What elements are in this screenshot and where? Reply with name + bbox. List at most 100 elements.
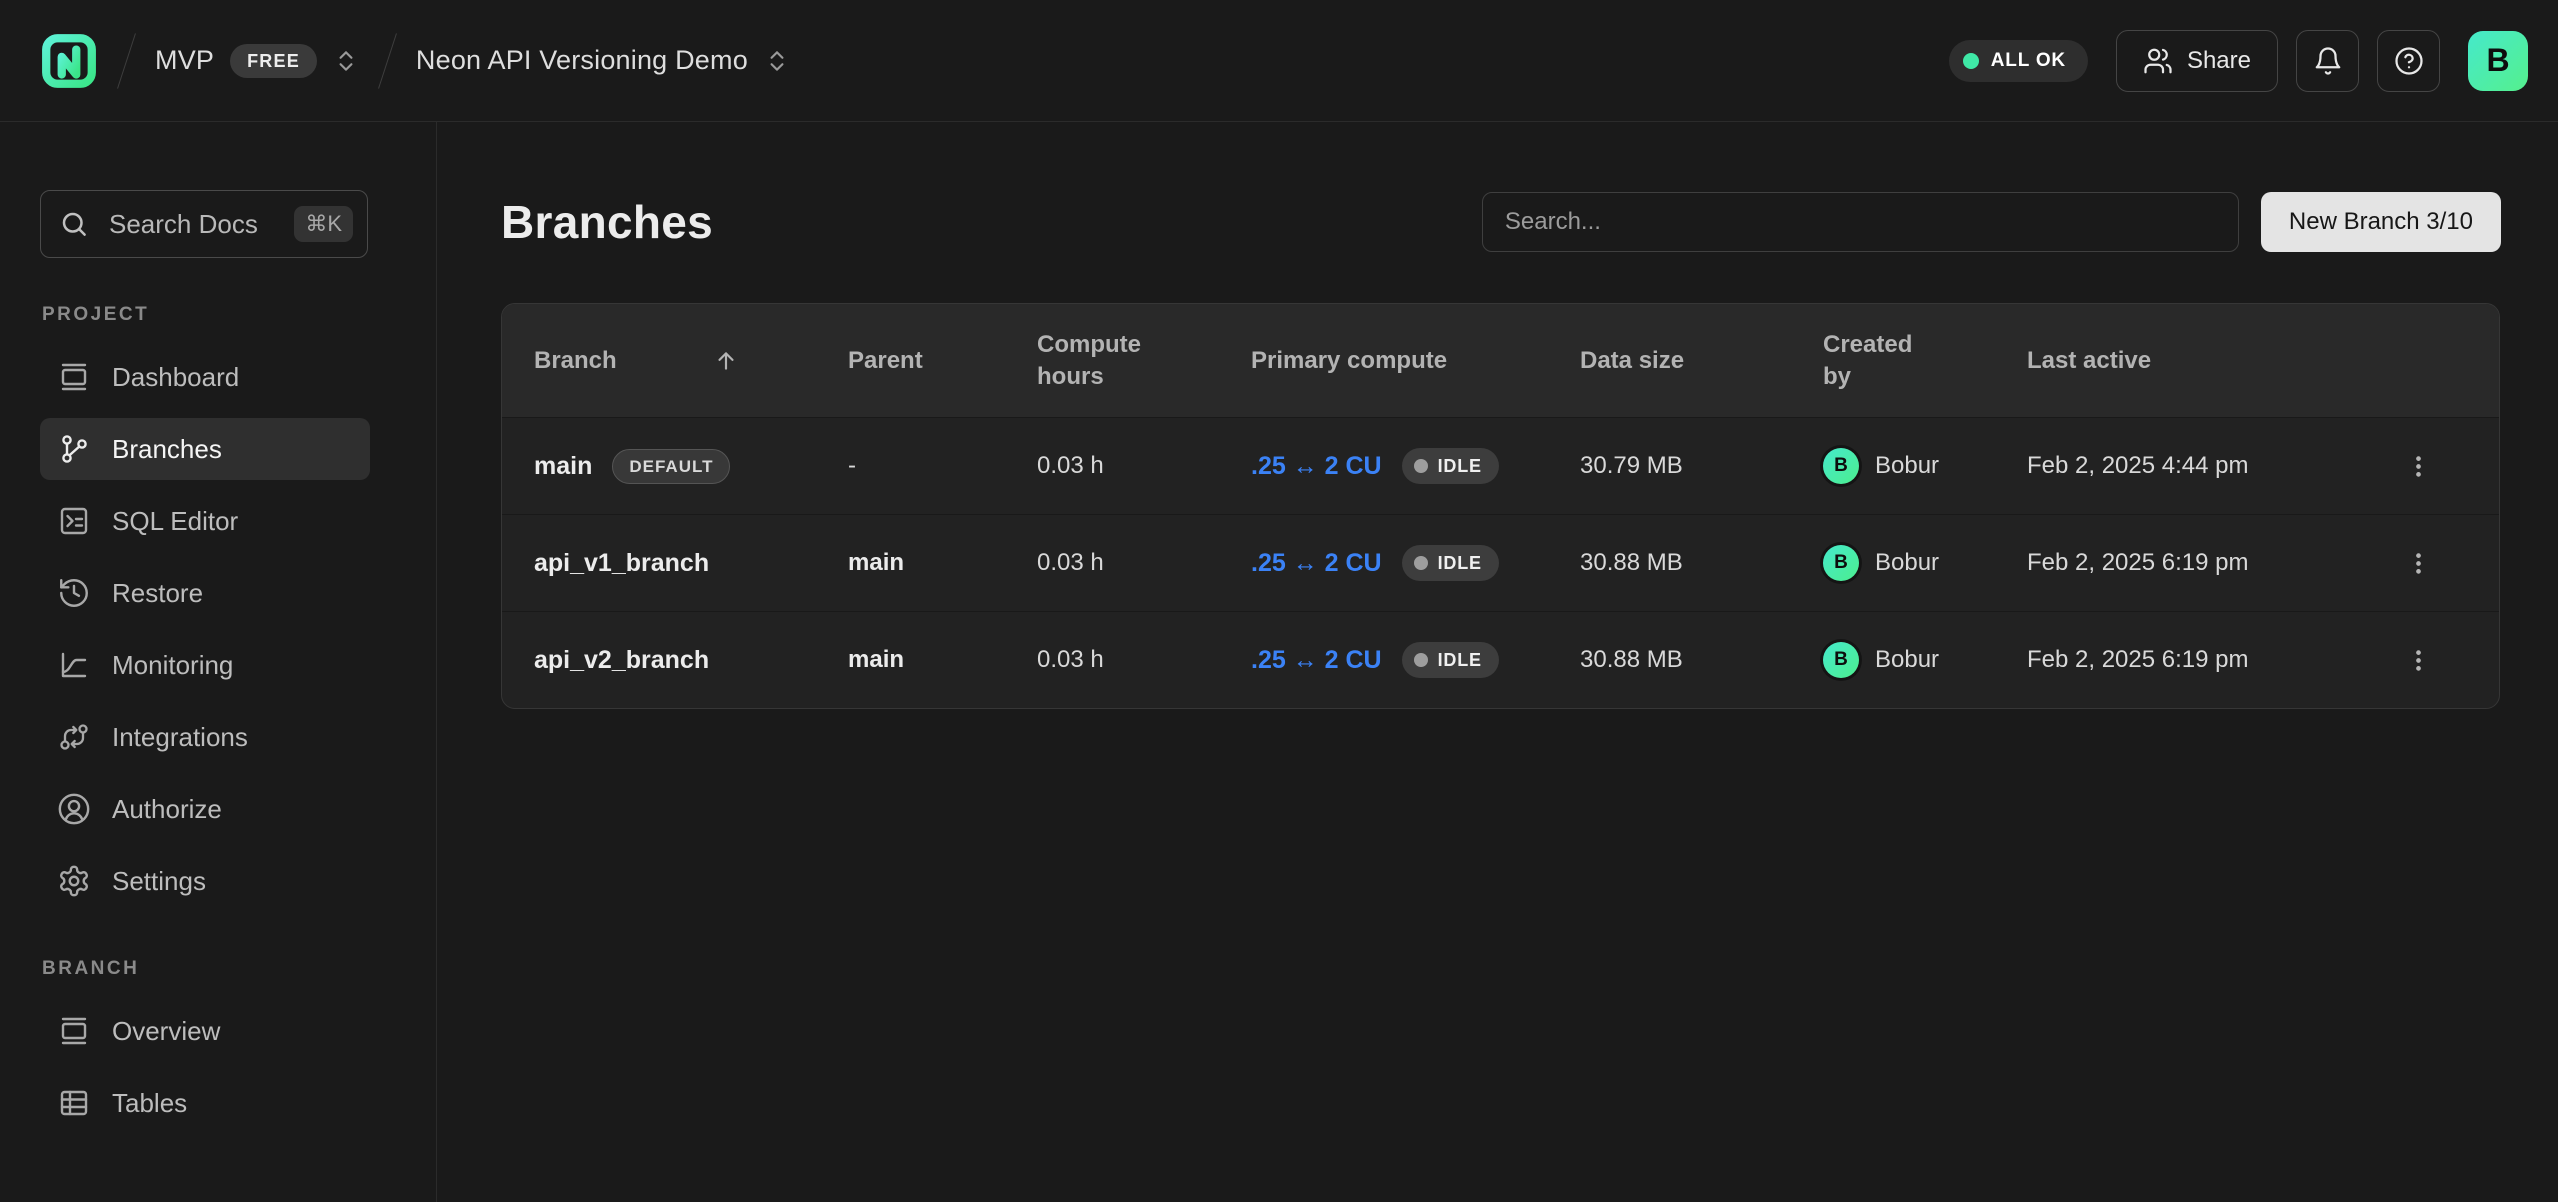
plan-badge: FREE [230, 44, 317, 78]
branches-table: Branch Parent Compute hours Primary comp… [501, 303, 2500, 709]
parent-cell: - [848, 452, 1037, 480]
status-ok-dot-icon [1963, 53, 1979, 69]
table-header-row: Branch Parent Compute hours Primary comp… [502, 304, 2499, 417]
column-header-branch[interactable]: Branch [502, 345, 848, 376]
last-active-cell: Feb 2, 2025 4:44 pm [2027, 452, 2337, 480]
parent-cell: main [848, 646, 1037, 674]
creator-avatar: B [1823, 545, 1859, 581]
sidebar-item-branches[interactable]: Branches [40, 418, 370, 480]
compute-hours-cell: 0.03 h [1037, 646, 1251, 674]
column-header-last-active[interactable]: Last active [2027, 345, 2337, 376]
column-header-parent[interactable]: Parent [848, 345, 1037, 376]
status-label: ALL OK [1991, 50, 2066, 72]
sidebar-item-overview[interactable]: Overview [40, 1000, 370, 1062]
compute-size-link[interactable]: .25 ↔ 2 CU [1251, 549, 1382, 578]
branch-name[interactable]: main [534, 452, 592, 481]
org-name: MVP [155, 45, 214, 76]
creator-name: Bobur [1875, 646, 1939, 674]
sort-ascending-icon[interactable] [713, 348, 739, 374]
table-row-main[interactable]: mainDEFAULT-0.03 h.25 ↔ 2 CUIDLE30.79 MB… [502, 417, 2499, 514]
help-button[interactable] [2377, 30, 2440, 92]
creator-avatar: B [1823, 448, 1859, 484]
row-actions-menu-button[interactable] [2392, 634, 2444, 686]
parent-branch-name: main [848, 549, 904, 576]
row-actions-menu-button[interactable] [2392, 537, 2444, 589]
table-body: mainDEFAULT-0.03 h.25 ↔ 2 CUIDLE30.79 MB… [502, 417, 2499, 708]
status-dot-icon [1414, 459, 1428, 473]
compute-status-label: IDLE [1438, 651, 1482, 669]
last-active-cell: Feb 2, 2025 6:19 pm [2027, 646, 2337, 674]
sidebar-item-monitoring[interactable]: Monitoring [40, 634, 370, 696]
sidebar-item-label: Monitoring [112, 650, 233, 681]
branch-cell: api_v2_branch [502, 646, 848, 675]
column-header-primary-compute[interactable]: Primary compute [1251, 345, 1580, 376]
dashboard-icon [56, 359, 92, 395]
compute-size-link[interactable]: .25 ↔ 2 CU [1251, 646, 1382, 675]
sidebar-item-tables[interactable]: Tables [40, 1072, 370, 1134]
sidebar-item-label: Settings [112, 866, 206, 897]
sidebar-item-label: Integrations [112, 722, 248, 753]
column-header-compute-hours[interactable]: Compute hours [1037, 329, 1157, 391]
sql-editor-icon [56, 503, 92, 539]
status-dot-icon [1414, 653, 1428, 667]
primary-compute-cell: .25 ↔ 2 CU IDLE [1251, 642, 1580, 678]
kebab-menu-icon [2405, 647, 2432, 674]
data-size-cell: 30.88 MB [1580, 646, 1823, 674]
sidebar-item-settings[interactable]: Settings [40, 850, 370, 912]
compute-status-badge: IDLE [1402, 448, 1499, 484]
sidebar-item-authorize[interactable]: Authorize [40, 778, 370, 840]
neon-logo-icon[interactable] [40, 32, 98, 90]
page-title: Branches [501, 195, 713, 249]
sidebar-item-restore[interactable]: Restore [40, 562, 370, 624]
authorize-icon [56, 791, 92, 827]
branch-name[interactable]: api_v2_branch [534, 646, 709, 675]
share-button[interactable]: Share [2116, 30, 2278, 92]
user-avatar[interactable]: B [2468, 31, 2528, 91]
primary-compute-cell: .25 ↔ 2 CU IDLE [1251, 448, 1580, 484]
sidebar-item-label: Authorize [112, 794, 222, 825]
restore-icon [56, 575, 92, 611]
default-badge: DEFAULT [612, 449, 730, 484]
sidebar-item-label: Tables [112, 1088, 187, 1119]
sidebar-item-label: Dashboard [112, 362, 239, 393]
status-dot-icon [1414, 556, 1428, 570]
row-actions-menu-button[interactable] [2392, 440, 2444, 492]
branch-search-input[interactable] [1482, 192, 2239, 252]
app-window: MVP FREE Neon API Versioning Demo ALL OK… [0, 0, 2558, 1202]
table-row-api-v2-branch[interactable]: api_v2_branch main0.03 h.25 ↔ 2 CU IDLE 30.… [502, 611, 2499, 708]
column-header-created-by[interactable]: Created by [1823, 329, 1943, 391]
status-badge[interactable]: ALL OK [1949, 40, 2088, 82]
data-size-cell: 30.88 MB [1580, 549, 1823, 577]
created-by-cell: BBobur [1823, 545, 2027, 581]
compute-status-label: IDLE [1438, 554, 1482, 572]
table-row-api-v1-branch[interactable]: api_v1_branch main 0.03 h.25 ↔ 2 CU IDLE 30.… [502, 514, 2499, 611]
sidebar: Search Docs ⌘K PROJECT Dashboard Branches S… [0, 122, 437, 1202]
branch-cell: main DEFAULT [502, 449, 848, 484]
notifications-button[interactable] [2296, 30, 2359, 92]
bell-icon [2313, 46, 2343, 76]
compute-status-label: IDLE [1438, 457, 1482, 475]
sidebar-section-label-project: PROJECT [42, 304, 436, 326]
created-by-cell: BBobur [1823, 448, 2027, 484]
branch-name[interactable]: api_v1_branch [534, 549, 709, 578]
sidebar-item-integrations[interactable]: Integrations [40, 706, 370, 768]
compute-hours-cell: 0.03 h [1037, 549, 1251, 577]
new-branch-button[interactable]: New Branch 3/10 [2261, 192, 2501, 252]
sidebar-item-sql-editor[interactable]: SQL Editor [40, 490, 370, 552]
chevrons-up-down-icon [764, 48, 790, 74]
breadcrumb-project-selector[interactable]: Neon API Versioning Demo [416, 45, 790, 76]
monitoring-icon [56, 647, 92, 683]
help-circle-icon [2394, 46, 2424, 76]
branch-cell: api_v1_branch [502, 549, 848, 578]
column-header-data-size[interactable]: Data size [1580, 345, 1823, 376]
overview-icon [56, 1013, 92, 1049]
branches-icon [56, 431, 92, 467]
sidebar-item-dashboard[interactable]: Dashboard [40, 346, 370, 408]
search-docs-button[interactable]: Search Docs ⌘K [40, 190, 368, 258]
kebab-menu-icon [2405, 550, 2432, 577]
breadcrumb-org-selector[interactable]: MVP FREE [155, 44, 359, 78]
kebab-menu-icon [2405, 453, 2432, 480]
compute-size-link[interactable]: .25 ↔ 2 CU [1251, 452, 1382, 481]
breadcrumb-divider [378, 33, 397, 88]
breadcrumb-divider [117, 33, 136, 88]
